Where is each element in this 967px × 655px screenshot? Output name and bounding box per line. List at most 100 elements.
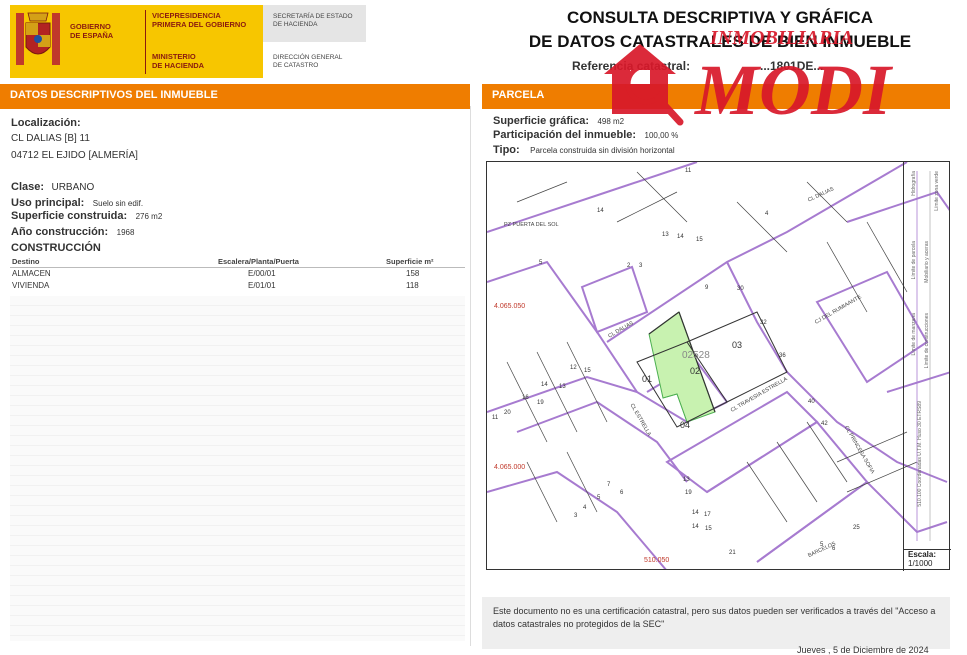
- col-superficie: Superficie m²: [386, 257, 434, 266]
- parcel-number: 13: [559, 384, 566, 390]
- table-header: Destino Escalera/Planta/Puerta Superfici…: [10, 255, 465, 268]
- ministerio-label: MINISTERIO DE HACIENDA: [152, 52, 252, 70]
- left-section-title: DATOS DESCRIPTIVOS DEL INMUEBLE: [0, 84, 470, 106]
- parcel-number: 13: [683, 477, 690, 483]
- row1-superficie: 158: [406, 269, 420, 278]
- vicepresidencia-label: VICEPRESIDENCIA PRIMERA DEL GOBIERNO: [152, 11, 252, 29]
- left-panel-border: [470, 106, 471, 646]
- coord-label-2: 4.065.000: [494, 464, 526, 471]
- parcel-number: 5: [597, 495, 601, 501]
- coord-label-1: 4.065.050: [494, 303, 526, 310]
- parcel-number: 11: [685, 168, 692, 174]
- clase-value: URBANO: [51, 182, 95, 193]
- parcel-number: 19: [685, 490, 692, 496]
- parcel-number: 36: [779, 353, 786, 359]
- parcel-number: 15: [705, 526, 712, 532]
- tipo-value: Parcela construida sin división horizont…: [530, 146, 675, 155]
- block-label-02: 02: [690, 366, 701, 376]
- street-label: PZ PUERTA DEL SOL: [504, 222, 559, 228]
- legend-item: Límite zona verde: [934, 171, 940, 211]
- parcel-number: 12: [570, 365, 577, 371]
- map-legend: Límite de manzana Límite de parcela Lími…: [903, 161, 951, 551]
- parcel-number: 14: [692, 524, 699, 530]
- legend-item: Hidrografía: [911, 171, 917, 196]
- legend-item: Mobiliario y aceras: [924, 241, 930, 283]
- address-line1: CL DALIAS [B] 11: [11, 133, 90, 144]
- table-row: ALMACEN E/00/01 158: [10, 268, 465, 280]
- coat-of-arms-icon: [16, 12, 60, 65]
- parcel-number: 2: [627, 263, 631, 269]
- parcel-number: 40: [808, 399, 815, 405]
- parcel-number: 30: [737, 286, 744, 292]
- parcel-number: 15: [696, 237, 703, 243]
- tipo-label: Tipo:: [493, 144, 520, 156]
- parcel-number: 3: [639, 263, 643, 269]
- disclaimer-text: Este documento no es una certificación c…: [493, 606, 936, 629]
- parcel-number: 14: [597, 208, 604, 214]
- block-label-main: 02528: [682, 350, 710, 361]
- parcel-number: 7: [607, 482, 611, 488]
- parcel-number: 32: [760, 320, 767, 326]
- col-escalera: Escalera/Planta/Puerta: [218, 257, 299, 266]
- parcel-number: 21: [729, 550, 736, 556]
- row2-superficie: 118: [406, 281, 419, 290]
- parcel-number: 3: [574, 513, 578, 519]
- parcel-number: 9: [705, 285, 709, 291]
- block-label-03: 03: [732, 340, 743, 350]
- inmobiliaria-watermark-logo: INMOBILIARIA MODI: [604, 27, 894, 130]
- legend-item: Límite de manzana: [911, 313, 917, 356]
- parcel-number: 16: [522, 395, 529, 401]
- legend-item: Límite de parcela: [911, 241, 917, 280]
- sec-line1: SECRETARÍA DE ESTADO: [273, 13, 353, 20]
- parcel-number: 25: [853, 525, 860, 531]
- map-scale: Escala: 1/1000: [903, 549, 951, 571]
- parcel-number: 5: [539, 260, 543, 266]
- cadastral-map[interactable]: 02528 01 02 03 04 4.065.050 4.065.000 51…: [486, 161, 950, 570]
- superficie-value: 276 m2: [135, 212, 163, 221]
- block-label-04: 04: [680, 420, 691, 430]
- parcel-number: 14: [541, 382, 548, 388]
- parcel-number: 4: [583, 505, 587, 511]
- table-row: VIVIENDA E/01/01 118: [10, 280, 465, 292]
- dir-line1: DIRECCIÓN GENERAL: [273, 54, 343, 61]
- parcel-number: 17: [704, 512, 711, 518]
- parcel-number: 14: [692, 510, 699, 516]
- row1-destino: ALMACEN: [12, 269, 51, 278]
- min-line1: MINISTERIO: [152, 52, 196, 61]
- address-line2: 04712 EL EJIDO [ALMERÍA]: [11, 150, 138, 161]
- scale-value: 1/1000: [908, 559, 933, 568]
- parcel-number: 5: [820, 542, 824, 548]
- participacion-value: 100,00 %: [644, 131, 679, 140]
- localizacion-label: Localización:: [11, 117, 81, 129]
- parcel-number: 19: [537, 400, 544, 406]
- anio-row: Año construcción: 1968: [11, 222, 134, 240]
- gov-name: GOBIERNO DE ESPAÑA: [70, 22, 113, 40]
- tipo-row: Tipo: Parcela construida sin división ho…: [493, 140, 675, 158]
- anio-value: 1968: [116, 228, 135, 237]
- row1-escalera: E/00/01: [248, 269, 276, 278]
- empty-table-rows: [10, 296, 465, 641]
- parcel-number: 6: [620, 490, 624, 496]
- vice-line2: PRIMERA DEL GOBIERNO: [152, 20, 247, 29]
- direccion-label: DIRECCIÓN GENERAL DE CATASTRO: [273, 54, 363, 70]
- superficie-label: Superficie construida:: [11, 210, 128, 222]
- legend-coordinates: 510.100 Coordenadas U.T.M. Huso 30 ETRS8…: [917, 401, 923, 507]
- sec-line2: DE HACIENDA: [273, 21, 318, 28]
- clase-label: Clase:: [11, 181, 45, 193]
- block-label-01: 01: [642, 374, 653, 384]
- parcel-number: 6: [832, 546, 836, 552]
- parcel-number: 20: [504, 410, 511, 416]
- vice-line1: VICEPRESIDENCIA: [152, 11, 221, 20]
- watermark-small-text: INMOBILIARIA: [709, 27, 853, 49]
- row2-destino: VIVIENDA: [12, 281, 50, 290]
- parcel-number: 42: [821, 421, 828, 427]
- col-destino: Destino: [12, 257, 40, 266]
- min-line2: DE HACIENDA: [152, 61, 205, 70]
- header-divider: [145, 10, 146, 74]
- gov-name-line1: GOBIERNO: [70, 22, 111, 31]
- parcel-number: 4: [765, 211, 769, 217]
- parcel-number: 13: [662, 232, 669, 238]
- anio-label: Año construcción:: [11, 226, 109, 238]
- scale-label: Escala:: [908, 550, 937, 559]
- legend-item: Límite de construcciones: [924, 313, 930, 369]
